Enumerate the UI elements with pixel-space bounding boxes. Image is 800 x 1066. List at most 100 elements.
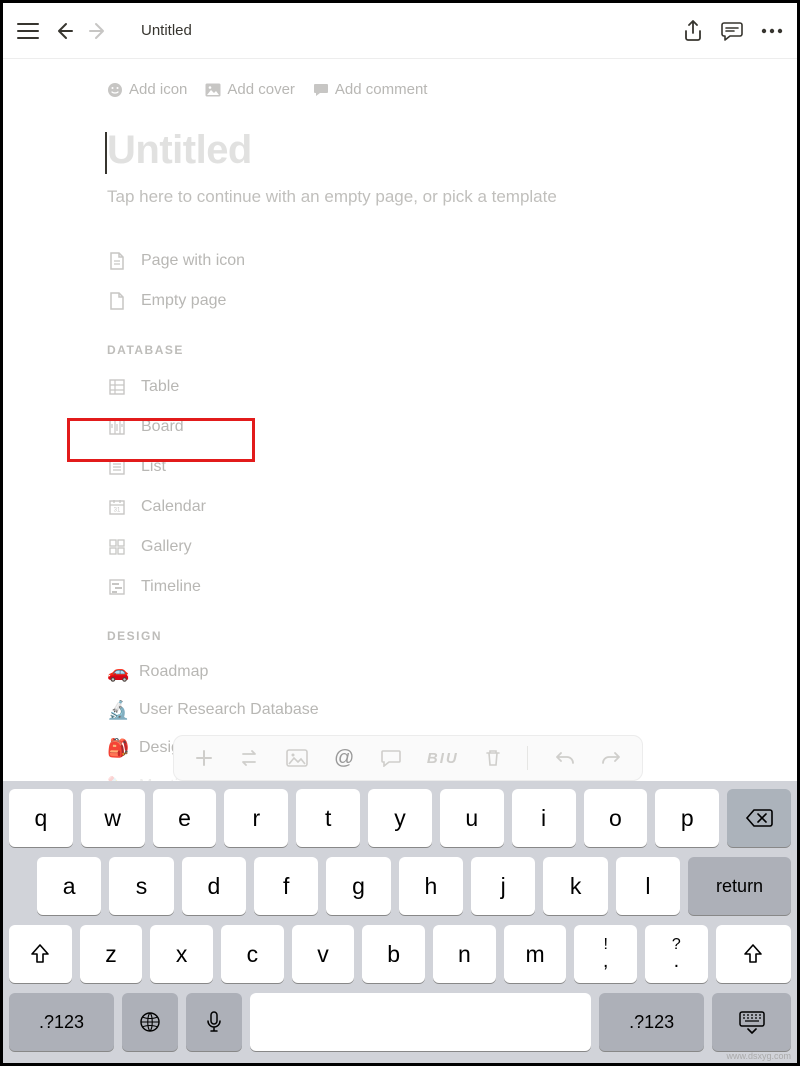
option-empty-page[interactable]: Empty page bbox=[107, 281, 693, 321]
option-label: Gallery bbox=[141, 538, 192, 556]
db-option-list[interactable]: List bbox=[107, 447, 693, 487]
share-icon[interactable] bbox=[683, 20, 703, 42]
toolbar-trash-icon[interactable] bbox=[485, 749, 501, 767]
key-c[interactable]: c bbox=[221, 925, 284, 983]
svg-text:31: 31 bbox=[114, 508, 121, 514]
design-roadmap[interactable]: 🚗 Roadmap bbox=[107, 653, 693, 691]
key-n[interactable]: n bbox=[433, 925, 496, 983]
key-s[interactable]: s bbox=[109, 857, 173, 915]
toolbar-format[interactable]: BIU bbox=[427, 750, 459, 767]
toolbar-comment-icon[interactable] bbox=[381, 749, 401, 767]
toolbar-add-icon[interactable] bbox=[195, 749, 213, 767]
key-o[interactable]: o bbox=[584, 789, 648, 847]
key-v[interactable]: v bbox=[292, 925, 355, 983]
text-cursor bbox=[105, 132, 107, 174]
page-title-input[interactable]: Untitled bbox=[107, 128, 693, 173]
page-actions: Add icon Add cover Add comment bbox=[107, 81, 693, 98]
key-e[interactable]: e bbox=[153, 789, 217, 847]
key-x[interactable]: x bbox=[150, 925, 213, 983]
key-r[interactable]: r bbox=[224, 789, 288, 847]
add-comment-label: Add comment bbox=[335, 81, 428, 98]
key-t[interactable]: t bbox=[296, 789, 360, 847]
add-comment-button[interactable]: Add comment bbox=[313, 81, 428, 98]
db-option-calendar[interactable]: 31 Calendar bbox=[107, 487, 693, 527]
design-user-research[interactable]: 🔬 User Research Database bbox=[107, 691, 693, 729]
toolbar-undo-icon[interactable] bbox=[555, 750, 575, 766]
key-y[interactable]: y bbox=[368, 789, 432, 847]
empty-page-icon bbox=[107, 292, 127, 310]
toolbar-turninto-icon[interactable] bbox=[239, 749, 259, 767]
gallery-icon bbox=[107, 539, 127, 555]
app-header: Untitled bbox=[3, 3, 797, 59]
db-option-gallery[interactable]: Gallery bbox=[107, 527, 693, 567]
key-backspace[interactable] bbox=[727, 789, 791, 847]
back-icon[interactable] bbox=[55, 22, 73, 40]
option-label: User Research Database bbox=[139, 701, 319, 719]
key-period[interactable]: ? . bbox=[645, 925, 708, 983]
key-dictation[interactable] bbox=[186, 993, 242, 1051]
add-cover-button[interactable]: Add cover bbox=[205, 81, 295, 98]
key-u[interactable]: u bbox=[440, 789, 504, 847]
section-design: DESIGN bbox=[107, 629, 693, 643]
option-label: Page with icon bbox=[141, 252, 245, 270]
toolbar-divider bbox=[527, 746, 528, 770]
editor-toolbar: @ BIU bbox=[173, 735, 643, 781]
key-space[interactable] bbox=[250, 993, 591, 1051]
section-database: DATABASE bbox=[107, 343, 693, 357]
key-numbers-left[interactable]: .?123 bbox=[9, 993, 114, 1051]
board-icon bbox=[107, 419, 127, 435]
onscreen-keyboard: q w e r t y u i o p a s d f g h j k l re… bbox=[3, 781, 797, 1063]
key-globe[interactable] bbox=[122, 993, 178, 1051]
key-q[interactable]: q bbox=[9, 789, 73, 847]
watermark: www.dsxyg.com bbox=[726, 1051, 791, 1061]
key-a[interactable]: a bbox=[37, 857, 101, 915]
key-j[interactable]: j bbox=[471, 857, 535, 915]
key-shift-left[interactable] bbox=[9, 925, 72, 983]
key-z[interactable]: z bbox=[80, 925, 143, 983]
key-i[interactable]: i bbox=[512, 789, 576, 847]
option-label: List bbox=[141, 458, 166, 476]
toolbar-image-icon[interactable] bbox=[286, 749, 308, 767]
option-page-with-icon[interactable]: Page with icon bbox=[107, 241, 693, 281]
car-emoji-icon: 🚗 bbox=[107, 662, 129, 683]
key-h[interactable]: h bbox=[399, 857, 463, 915]
key-l[interactable]: l bbox=[616, 857, 680, 915]
image-icon bbox=[205, 83, 221, 97]
menu-icon[interactable] bbox=[17, 22, 39, 40]
timeline-icon bbox=[107, 579, 127, 595]
option-label: Roadmap bbox=[139, 663, 208, 681]
key-comma[interactable]: ! , bbox=[574, 925, 637, 983]
option-label: Table bbox=[141, 378, 179, 396]
key-w[interactable]: w bbox=[81, 789, 145, 847]
subtitle-hint[interactable]: Tap here to continue with an empty page,… bbox=[107, 187, 693, 207]
breadcrumb-title[interactable]: Untitled bbox=[141, 22, 192, 39]
option-label: Empty page bbox=[141, 292, 226, 310]
key-dismiss-keyboard[interactable] bbox=[712, 993, 791, 1051]
key-k[interactable]: k bbox=[543, 857, 607, 915]
key-f[interactable]: f bbox=[254, 857, 318, 915]
key-p[interactable]: p bbox=[655, 789, 719, 847]
add-icon-button[interactable]: Add icon bbox=[107, 81, 187, 98]
backpack-emoji-icon: 🎒 bbox=[107, 738, 129, 759]
list-icon bbox=[107, 459, 127, 475]
key-d[interactable]: d bbox=[182, 857, 246, 915]
key-g[interactable]: g bbox=[326, 857, 390, 915]
key-return[interactable]: return bbox=[688, 857, 791, 915]
key-shift-right[interactable] bbox=[716, 925, 791, 983]
toolbar-mention[interactable]: @ bbox=[334, 747, 354, 770]
comments-icon[interactable] bbox=[721, 21, 743, 41]
more-icon[interactable] bbox=[761, 28, 783, 34]
forward-icon bbox=[89, 22, 107, 40]
title-placeholder: Untitled bbox=[107, 128, 693, 173]
smiley-icon bbox=[107, 82, 123, 98]
db-option-timeline[interactable]: Timeline bbox=[107, 567, 693, 607]
option-label: Calendar bbox=[141, 498, 206, 516]
key-m[interactable]: m bbox=[504, 925, 567, 983]
add-cover-label: Add cover bbox=[227, 81, 295, 98]
key-numbers-right[interactable]: .?123 bbox=[599, 993, 704, 1051]
db-option-board[interactable]: Board bbox=[107, 407, 693, 447]
comment-icon bbox=[313, 83, 329, 97]
key-b[interactable]: b bbox=[362, 925, 425, 983]
toolbar-redo-icon[interactable] bbox=[601, 750, 621, 766]
db-option-table[interactable]: Table bbox=[107, 367, 693, 407]
